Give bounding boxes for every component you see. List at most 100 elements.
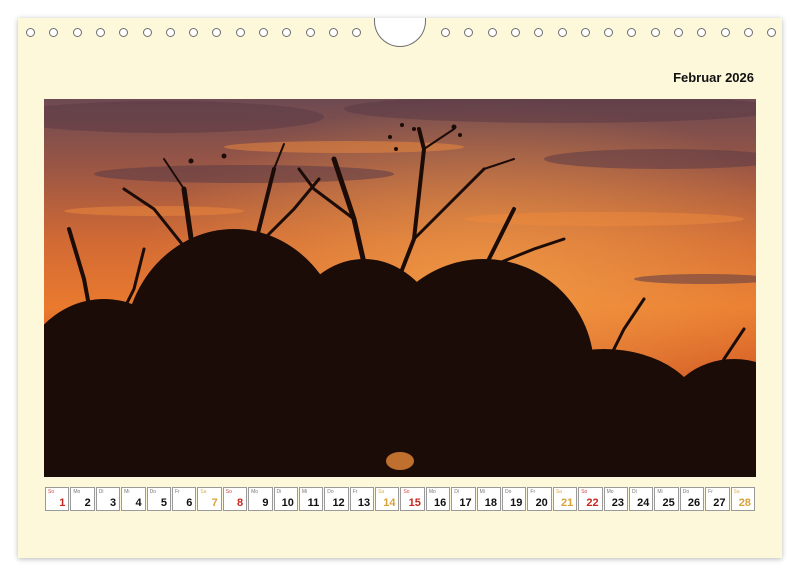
day-number: 21 (560, 497, 574, 509)
binding-hole-icon (305, 28, 315, 37)
day-cell: Di 24 (628, 487, 654, 511)
day-number: 25 (662, 497, 675, 509)
weekday-label: Do (682, 489, 690, 495)
weekday-label: Di (454, 489, 459, 495)
day-number: 23 (611, 497, 624, 509)
month-title: Februar 2026 (673, 70, 754, 85)
day-number: 18 (484, 497, 498, 509)
weekday-label: Di (98, 489, 104, 495)
binding-hole-icon (119, 28, 129, 37)
day-number: 12 (332, 497, 345, 509)
day-cell: Mi 25 (654, 487, 679, 511)
binding-hole-icon (441, 28, 450, 37)
binding-hole-icon (720, 28, 730, 37)
day-cell: Mi 18 (476, 487, 502, 511)
binding-hole-icon (743, 28, 753, 37)
weekday-label: Do (327, 489, 334, 495)
day-cell: So 15 (400, 487, 425, 511)
weekday-label: Sa (555, 489, 562, 495)
binding-hole-icon (259, 28, 268, 37)
weekday-label: Sa (378, 489, 385, 495)
weekday-label: Mo (606, 489, 614, 495)
day-cell: Fr 6 (171, 487, 197, 511)
day-cell: Di 10 (273, 487, 298, 511)
binding-hole-icon (212, 28, 222, 37)
day-number: 2 (84, 497, 91, 509)
weekday-label: Fr (708, 489, 713, 495)
day-strip: So 1 Mo 2 Di 3 Mi 4 Do 5 Fr 6 Sa 7 So 8 Mo 9 Di 10 Mi 11 Do 12 F… (45, 487, 755, 511)
day-cell: Do 5 (146, 487, 171, 511)
day-number: 9 (262, 497, 269, 509)
day-number: 6 (186, 497, 193, 509)
day-number: 8 (237, 497, 244, 509)
day-cell: Mo 23 (603, 487, 628, 511)
binding-hole-icon (165, 28, 175, 37)
sunset-photo (44, 99, 756, 477)
day-number: 5 (160, 497, 167, 509)
day-number: 15 (408, 497, 421, 509)
day-cell: Fr 27 (705, 487, 730, 511)
weekday-label: So (581, 489, 588, 495)
day-cell: Fr 13 (349, 487, 375, 511)
day-cell: So 1 (45, 487, 70, 511)
weekday-label: Do (505, 489, 512, 495)
day-cell: Di 3 (95, 487, 121, 511)
binding-hole-icon (26, 28, 35, 37)
day-number: 16 (434, 497, 447, 509)
weekday-label: Mi (301, 489, 308, 495)
weekday-label: So (48, 489, 55, 495)
weekday-label: Di (631, 489, 637, 495)
weekday-label: Mi (479, 489, 485, 495)
hanger-notch-icon (374, 18, 426, 47)
day-cell: Mi 11 (298, 487, 324, 511)
day-cell: Mi 4 (121, 487, 146, 511)
day-number: 11 (307, 497, 320, 509)
binding-hole-icon (674, 28, 683, 37)
day-cell: Di 17 (451, 487, 476, 511)
day-number: 22 (586, 497, 599, 509)
binding-hole-icon (650, 28, 660, 37)
day-cell: Sa 14 (375, 487, 400, 511)
day-number: 20 (535, 497, 548, 509)
day-number: 14 (383, 497, 396, 509)
binding-hole-icon (72, 28, 82, 37)
day-number: 24 (637, 497, 650, 509)
weekday-label: Fr (174, 489, 180, 495)
day-number: 1 (59, 497, 66, 509)
binding-hole-icon (580, 28, 590, 37)
day-cell: Do 12 (324, 487, 349, 511)
day-number: 28 (738, 497, 751, 509)
day-cell: Fr 20 (527, 487, 552, 511)
binding-hole-icon (189, 28, 199, 37)
binding-hole-icon (510, 28, 520, 37)
day-cell: Sa 28 (730, 487, 755, 511)
binding-hole-icon (534, 28, 544, 37)
weekday-label: Mi (124, 489, 130, 495)
weekday-label: Mo (428, 489, 436, 495)
binding-hole-icon (557, 28, 567, 37)
day-cell: Do 19 (502, 487, 527, 511)
weekday-label: Fr (352, 489, 358, 495)
day-number: 10 (281, 497, 294, 509)
day-cell: Sa 21 (552, 487, 578, 511)
binding-hole-icon (49, 28, 59, 37)
weekday-label: Di (276, 489, 282, 495)
weekday-label: Mo (73, 489, 81, 495)
weekday-label: Sa (200, 489, 207, 495)
binding-hole-icon (352, 28, 362, 37)
weekday-label: Mo (251, 489, 259, 495)
weekday-label: Mi (657, 489, 663, 495)
day-number: 4 (135, 497, 142, 509)
day-number: 17 (459, 497, 472, 509)
day-number: 26 (687, 497, 701, 509)
day-cell: Mo 9 (248, 487, 273, 511)
binding-hole-icon (627, 28, 637, 37)
day-cell: So 8 (222, 487, 248, 511)
day-number: 13 (357, 497, 371, 509)
day-number: 3 (110, 497, 117, 509)
day-number: 7 (211, 497, 218, 509)
day-cell: Mo 16 (425, 487, 451, 511)
binding-hole-icon (464, 28, 474, 37)
day-number: 19 (510, 497, 523, 509)
weekday-label: Sa (733, 489, 740, 495)
